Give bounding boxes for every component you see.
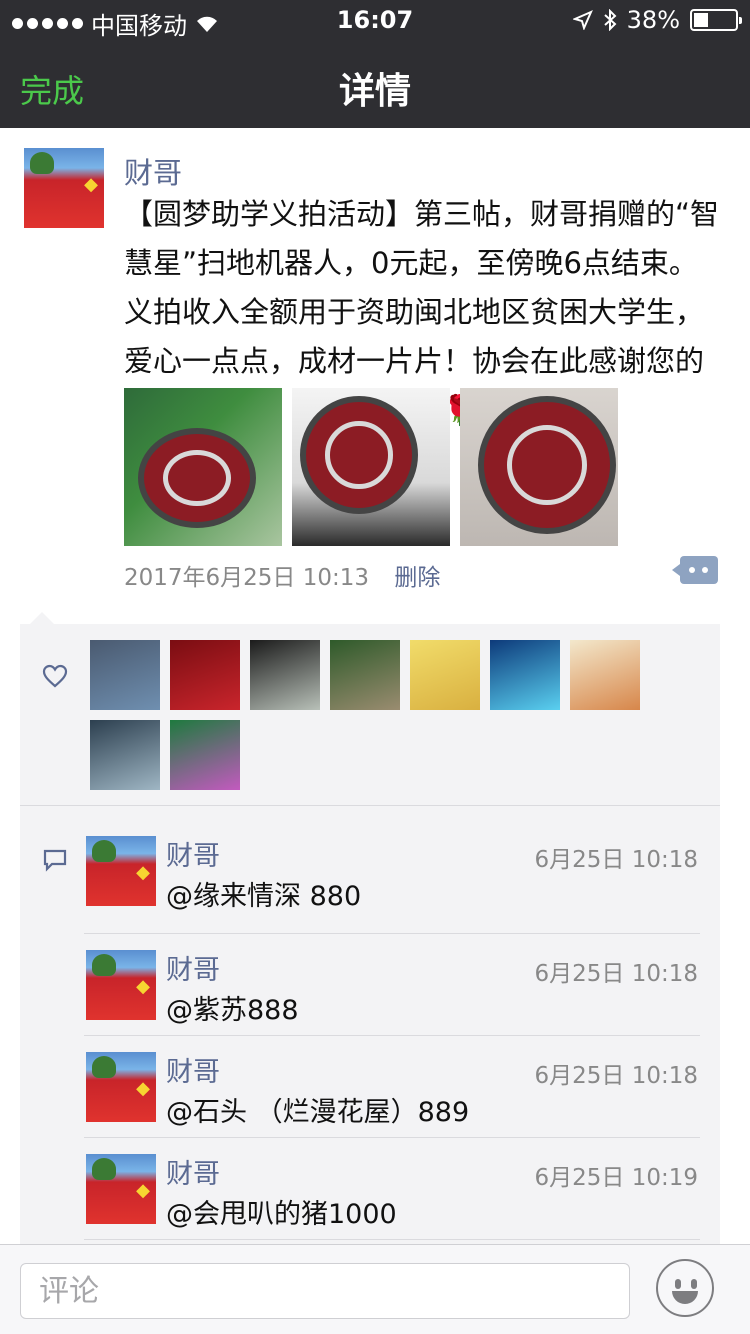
comment-item[interactable]: ◆ 财哥 6月25日 10:18 @石头 （烂漫花屋）889: [84, 1036, 700, 1138]
bluetooth-icon: [603, 9, 617, 31]
liker-avatar[interactable]: [570, 640, 640, 710]
liker-avatar[interactable]: [410, 640, 480, 710]
commenter-avatar[interactable]: ◆: [86, 950, 156, 1020]
battery-percent: 38%: [626, 6, 680, 34]
dot-icon: [702, 567, 708, 573]
heart-icon: [42, 664, 68, 688]
comment-time: 6月25日 10:19: [534, 1165, 699, 1191]
comment-item[interactable]: ◆ 财哥 6月25日 10:18 @缘来情深 880: [84, 820, 700, 934]
panel-arrow: [30, 612, 54, 624]
comment-time: 6月25日 10:18: [534, 847, 699, 873]
page-title: 详情: [338, 71, 411, 112]
author-avatar[interactable]: ◆: [24, 148, 104, 228]
nav-bar: 完成 详情: [0, 40, 750, 128]
liker-avatar[interactable]: [90, 720, 160, 790]
commenter-name[interactable]: 财哥: [166, 1152, 220, 1191]
post-image-1[interactable]: [124, 388, 282, 546]
liker-avatar[interactable]: [170, 720, 240, 790]
post-images: [124, 388, 618, 546]
delete-link[interactable]: 删除: [394, 565, 440, 591]
commenter-avatar[interactable]: ◆: [86, 1052, 156, 1122]
comment-text: @会甩叭的猪1000: [166, 1199, 397, 1230]
liker-avatar[interactable]: [170, 640, 240, 710]
comment-time: 6月25日 10:18: [534, 1063, 699, 1089]
comment-input-bar: [0, 1244, 750, 1334]
liker-avatar[interactable]: [490, 640, 560, 710]
post-image-3[interactable]: [460, 388, 618, 546]
liker-avatar[interactable]: [250, 640, 320, 710]
commenter-name[interactable]: 财哥: [166, 1050, 220, 1089]
more-actions-button[interactable]: [672, 556, 718, 584]
commenter-name[interactable]: 财哥: [166, 948, 220, 987]
post-image-2[interactable]: [292, 388, 450, 546]
liker-avatar[interactable]: [90, 640, 160, 710]
interaction-panel: ◆ 财哥 6月25日 10:18 @缘来情深 880 ◆ 财哥 6月25日 10…: [20, 624, 720, 1244]
comment-input[interactable]: [20, 1263, 630, 1319]
author-name[interactable]: 财哥: [124, 150, 182, 192]
post-meta: 2017年6月25日 10:13 删除: [124, 558, 440, 592]
dot-icon: [689, 567, 695, 573]
commenter-name[interactable]: 财哥: [166, 834, 220, 873]
status-right: 38%: [572, 6, 742, 34]
comment-text: @紫苏888: [166, 995, 299, 1026]
likes-section: [20, 624, 720, 806]
location-icon: [572, 10, 593, 30]
commenter-avatar[interactable]: ◆: [86, 1154, 156, 1224]
liker-avatars: [90, 640, 710, 790]
battery-icon: [690, 9, 742, 31]
comment-time: 6月25日 10:18: [534, 961, 699, 987]
comment-list: ◆ 财哥 6月25日 10:18 @缘来情深 880 ◆ 财哥 6月25日 10…: [20, 820, 720, 1240]
comment-item[interactable]: ◆ 财哥 6月25日 10:18 @紫苏888: [84, 934, 700, 1036]
status-bar: 中国移动 16:07 38%: [0, 0, 750, 40]
liker-avatar[interactable]: [330, 640, 400, 710]
comment-text: @缘来情深 880: [166, 881, 362, 912]
post-timestamp: 2017年6月25日 10:13: [124, 565, 370, 591]
emoji-button[interactable]: [656, 1259, 714, 1317]
comment-item[interactable]: ◆ 财哥 6月25日 10:19 @会甩叭的猪1000: [84, 1138, 700, 1240]
commenter-avatar[interactable]: ◆: [86, 836, 156, 906]
comment-text: @石头 （烂漫花屋）889: [166, 1097, 470, 1128]
